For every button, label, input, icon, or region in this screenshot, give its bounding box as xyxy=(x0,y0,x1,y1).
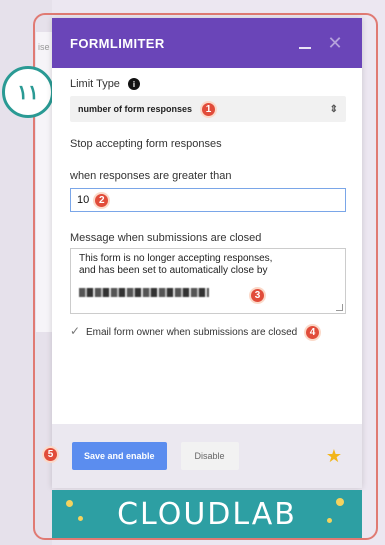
limit-type-label: Limit Type xyxy=(70,78,120,90)
minimize-button[interactable] xyxy=(294,32,316,54)
info-icon[interactable]: i xyxy=(127,78,140,90)
select-arrows-icon: ⇕ xyxy=(329,103,338,115)
minimize-icon xyxy=(299,47,311,49)
annotation-marker-5: 5 xyxy=(42,446,59,463)
annotation-marker-2: 2 xyxy=(93,191,111,209)
dialog-content: Limit Type i number of form responses 1 … xyxy=(52,68,362,341)
checkmark-icon[interactable]: ✓ xyxy=(70,324,82,338)
decor-dot xyxy=(327,518,332,523)
star-icon[interactable]: ★ xyxy=(326,446,342,467)
threshold-input[interactable]: 10 2 xyxy=(70,188,346,212)
decor-dot xyxy=(78,516,83,521)
dialog-footer: 5 Save and enable Disable ★ xyxy=(42,424,362,488)
closed-message-textarea[interactable]: This form is no longer accepting respons… xyxy=(70,248,346,314)
email-owner-option[interactable]: ✓ Email form owner when submissions are … xyxy=(70,324,346,341)
threshold-value: 10 xyxy=(77,194,90,206)
dialog-header: FORMLIMITER ✕ xyxy=(52,18,362,68)
resize-handle-icon[interactable] xyxy=(336,304,343,311)
cloudlab-banner: CLOUDLAB xyxy=(52,490,362,538)
close-button[interactable]: ✕ xyxy=(324,32,346,54)
closed-message-label: Message when submissions are closed xyxy=(70,232,262,244)
close-icon: ✕ xyxy=(327,32,343,53)
decor-dot xyxy=(336,498,344,506)
annotation-marker-3: 3 xyxy=(249,287,266,304)
threshold-label: when responses are greater than xyxy=(70,170,232,182)
message-line-2: and has been set to automatically close … xyxy=(79,265,268,276)
limit-type-selected-value: number of form responses xyxy=(78,104,193,114)
decor-dot xyxy=(66,500,73,507)
redacted-date xyxy=(79,288,209,297)
message-line-1: This form is no longer accepting respons… xyxy=(79,253,273,264)
annotation-marker-1: 1 xyxy=(200,100,218,118)
limit-type-select[interactable]: number of form responses 1 ⇕ xyxy=(70,96,346,122)
disable-button[interactable]: Disable xyxy=(180,442,239,470)
formlimiter-dialog: FORMLIMITER ✕ Limit Type i number of for… xyxy=(42,18,362,488)
stop-accepting-text: Stop accepting form responses xyxy=(70,138,222,150)
annotation-marker-4: 4 xyxy=(303,324,321,341)
dialog-title: FORMLIMITER xyxy=(70,35,165,51)
limit-type-row: Limit Type i xyxy=(70,78,346,90)
email-owner-label: Email form owner when submissions are cl… xyxy=(86,327,298,339)
step-number-badge: ١١ xyxy=(2,66,54,118)
banner-text: CLOUDLAB xyxy=(117,496,297,532)
save-and-enable-button[interactable]: Save and enable xyxy=(72,442,167,470)
